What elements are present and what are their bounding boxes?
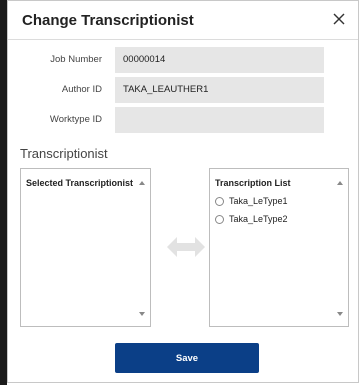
save-button[interactable]: Save xyxy=(115,343,259,373)
job-number-label: Job Number xyxy=(50,54,102,65)
job-number-row: Job Number 00000014 xyxy=(8,47,360,73)
transcriptionist-section-title: Transcriptionist xyxy=(20,146,108,161)
worktype-id-row: Worktype ID xyxy=(8,107,360,133)
selected-transcriptionist-list[interactable]: Selected Transcriptionist xyxy=(20,168,151,327)
dialog-title: Change Transcriptionist xyxy=(22,12,194,29)
author-id-field: TAKA_LEAUTHER1 xyxy=(115,77,324,103)
worktype-id-field xyxy=(115,107,324,133)
scroll-up-icon[interactable] xyxy=(139,181,145,185)
transcription-item-label: Taka_LeType1 xyxy=(229,196,288,206)
selected-list-header: Selected Transcriptionist xyxy=(26,178,134,188)
scroll-down-icon[interactable] xyxy=(139,312,145,316)
scroll-up-icon[interactable] xyxy=(337,181,343,185)
left-right-arrows-icon xyxy=(167,237,205,257)
radio-button[interactable] xyxy=(215,197,224,206)
job-number-field: 00000014 xyxy=(115,47,324,73)
transcription-list-header: Transcription List xyxy=(215,178,291,188)
transcription-list[interactable]: Transcription List Taka_LeType1 Taka_LeT… xyxy=(209,168,349,327)
author-id-label: Author ID xyxy=(61,84,102,95)
change-transcriptionist-dialog: Change Transcriptionist Job Number 00000… xyxy=(7,0,359,383)
window-edge xyxy=(0,0,7,385)
scroll-down-icon[interactable] xyxy=(337,312,343,316)
radio-button[interactable] xyxy=(215,215,224,224)
worktype-id-label: Worktype ID xyxy=(49,114,102,125)
close-icon[interactable] xyxy=(330,10,348,28)
author-id-row: Author ID TAKA_LEAUTHER1 xyxy=(8,77,360,103)
transcription-item-label: Taka_LeType2 xyxy=(229,214,288,224)
dialog-header: Change Transcriptionist xyxy=(8,1,358,40)
